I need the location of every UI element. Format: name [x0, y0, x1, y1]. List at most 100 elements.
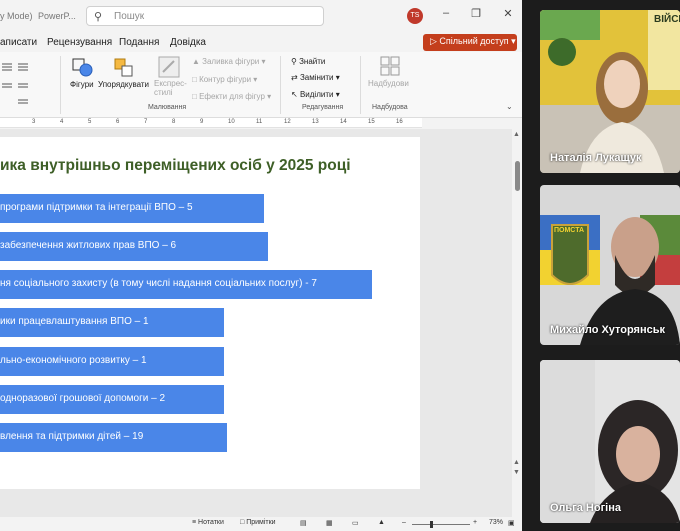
scroll-up-icon[interactable]: ▲ — [513, 459, 520, 466]
ruler-tick: 5 — [88, 119, 92, 125]
app-name: PowerP... — [38, 11, 76, 21]
ruler-tick: 15 — [368, 119, 375, 125]
participant-tile[interactable]: Ольга Ногіна — [540, 360, 680, 523]
paragraph-icons[interactable] — [2, 60, 30, 110]
bar-item[interactable]: льно-економічного розвитку – 1 — [0, 347, 224, 376]
zoom-slider[interactable] — [412, 524, 470, 525]
vertical-scrollbar[interactable]: ▲ ▲ ▼ — [512, 129, 522, 517]
quick-styles-label[interactable]: Експрес-стилі — [154, 79, 188, 97]
restore-icon[interactable]: ❐ — [468, 7, 484, 20]
ruler-tick: 9 — [200, 119, 204, 125]
arrange-icon[interactable] — [114, 58, 136, 78]
slide-title[interactable]: ика внутрішньо переміщених осіб у 2025 р… — [0, 157, 351, 175]
scroll-up-icon[interactable]: ▲ — [513, 131, 520, 138]
horizontal-ruler: 3 4 5 6 7 8 9 10 11 12 13 14 15 16 — [0, 118, 422, 128]
zoom-in-icon[interactable]: + — [473, 519, 477, 526]
participant-video — [540, 185, 680, 345]
zoom-slider-thumb[interactable] — [430, 521, 433, 528]
share-icon: ▷ — [430, 36, 440, 46]
addins-icon[interactable] — [380, 56, 400, 76]
ruler-tick: 3 — [32, 119, 36, 125]
bar-label: льно-економічного розвитку – 1 — [0, 355, 147, 366]
scroll-down-icon[interactable]: ▼ — [513, 469, 520, 476]
powerpoint-window: y Mode) PowerP... ⚲ Пошук TS – ❐ ✕ аписа… — [0, 0, 522, 531]
bar-item[interactable]: ики працевлаштування ВПО – 1 — [0, 308, 224, 337]
editing-group-label: Редагування — [302, 104, 344, 111]
replace-button[interactable]: ⇄ Замінити ▾ — [291, 73, 340, 82]
reading-view-icon[interactable]: ▭ — [352, 519, 359, 527]
bar-label: одноразової грошової допомоги – 2 — [0, 393, 166, 404]
ruler-tick: 8 — [172, 119, 176, 125]
bar-item[interactable]: влення та підтримки дітей – 19 — [0, 423, 227, 452]
bar-label: ики працевлаштування ВПО – 1 — [0, 316, 149, 327]
search-input[interactable]: ⚲ Пошук — [86, 6, 324, 26]
ruler-tick: 6 — [116, 119, 120, 125]
bar-label: влення та підтримки дітей – 19 — [0, 431, 144, 442]
normal-view-icon[interactable]: ▤ — [300, 519, 307, 527]
ruler-tick: 7 — [144, 119, 148, 125]
slide-canvas: ика внутрішньо переміщених осіб у 2025 р… — [0, 129, 512, 517]
menu-insert[interactable]: аписати — [0, 37, 37, 48]
search-icon: ⚲ — [94, 11, 103, 23]
participant-tile[interactable]: ВІЙСЬКО Наталія Лукащук — [540, 10, 680, 173]
find-button[interactable]: ⚲ Знайти — [291, 57, 325, 66]
addins-label[interactable]: Надбудови — [368, 79, 409, 88]
ruler-tick: 11 — [256, 119, 263, 125]
shapes-icon[interactable] — [72, 58, 94, 78]
bar-label: забезпечення житлових прав ВПО – 6 — [0, 240, 177, 251]
close-icon[interactable]: ✕ — [500, 7, 516, 20]
ribbon: Фігури Упорядкувати Експрес-стилі ▲ Зали… — [0, 52, 522, 118]
bar-item[interactable]: забезпечення житлових прав ВПО – 6 — [0, 232, 268, 261]
bar-item[interactable]: програми підтримки та інтеграції ВПО – 5 — [0, 194, 264, 223]
separator — [280, 56, 281, 114]
slide-sorter-icon[interactable]: ▦ — [326, 519, 333, 527]
scrollbar-thumb[interactable] — [515, 161, 520, 191]
shape-outline-button[interactable]: □ Контур фігури ▾ — [192, 75, 257, 84]
menu-review[interactable]: Рецензування — [47, 37, 112, 48]
menu-help[interactable]: Довідка — [170, 37, 206, 48]
bar-item[interactable]: одноразової грошової допомоги – 2 — [0, 385, 224, 414]
fit-slide-icon[interactable]: ▣ — [508, 519, 515, 527]
replace-icon: ⇄ — [291, 73, 298, 82]
cursor-icon: ↖ — [291, 90, 298, 99]
shape-effects-button[interactable]: □ Ефекти для фігур ▾ — [192, 92, 271, 101]
ribbon-collapse-icon[interactable]: ⌄ — [506, 102, 513, 111]
status-bar: ≡ Нотатки □ Примітки ▤ ▦ ▭ ▲ – + 73% ▣ — [0, 517, 522, 531]
minimize-icon[interactable]: – — [438, 7, 454, 19]
drawing-group-label: Малювання — [148, 104, 187, 111]
slide[interactable]: ика внутрішньо переміщених осіб у 2025 р… — [0, 137, 420, 489]
zoom-out-icon[interactable]: – — [402, 519, 406, 526]
participant-video — [540, 360, 680, 523]
search-placeholder: Пошук — [114, 11, 145, 22]
menu-view[interactable]: Подання — [119, 37, 159, 48]
notes-button[interactable]: ≡ Нотатки — [192, 519, 224, 526]
zoom-level[interactable]: 73% — [489, 519, 503, 526]
share-button[interactable]: ▷ Спільний доступ ▾ — [423, 34, 517, 51]
ruler-tick: 13 — [312, 119, 319, 125]
ruler-tick: 4 — [60, 119, 64, 125]
slideshow-icon[interactable]: ▲ — [378, 519, 385, 526]
participant-name: Ольга Ногіна — [550, 502, 621, 514]
bar-label: ня соціального захисту (в тому числі над… — [0, 278, 317, 289]
comments-button[interactable]: □ Примітки — [240, 519, 276, 526]
emblem-text: ПОМСТА — [554, 227, 585, 234]
search-icon: ⚲ — [291, 57, 297, 66]
bar-item[interactable]: ня соціального захисту (в тому числі над… — [0, 270, 372, 299]
avatar[interactable]: TS — [407, 8, 423, 24]
arrange-label[interactable]: Упорядкувати — [98, 80, 149, 89]
participant-name: Михайло Хуторянськ — [550, 324, 665, 336]
share-label: Спільний доступ — [439, 36, 509, 46]
separator — [60, 56, 61, 114]
shapes-label[interactable]: Фігури — [70, 80, 94, 89]
participant-name: Наталія Лукащук — [550, 152, 642, 164]
quick-styles-icon[interactable] — [158, 56, 180, 78]
select-button[interactable]: ↖ Виділити ▾ — [291, 90, 340, 99]
addins-group-label: Надбудова — [372, 104, 408, 111]
chevron-down-icon: ▾ — [508, 36, 516, 46]
ruler-tick: 10 — [228, 119, 235, 125]
ruler-tick: 14 — [340, 119, 347, 125]
screen: y Mode) PowerP... ⚲ Пошук TS – ❐ ✕ аписа… — [0, 0, 680, 531]
participant-tile[interactable]: ПОМСТА Михайло Хуторянськ — [540, 185, 680, 345]
bar-label: програми підтримки та інтеграції ВПО – 5 — [0, 202, 193, 213]
shape-fill-button[interactable]: ▲ Заливка фігури ▾ — [192, 57, 266, 66]
